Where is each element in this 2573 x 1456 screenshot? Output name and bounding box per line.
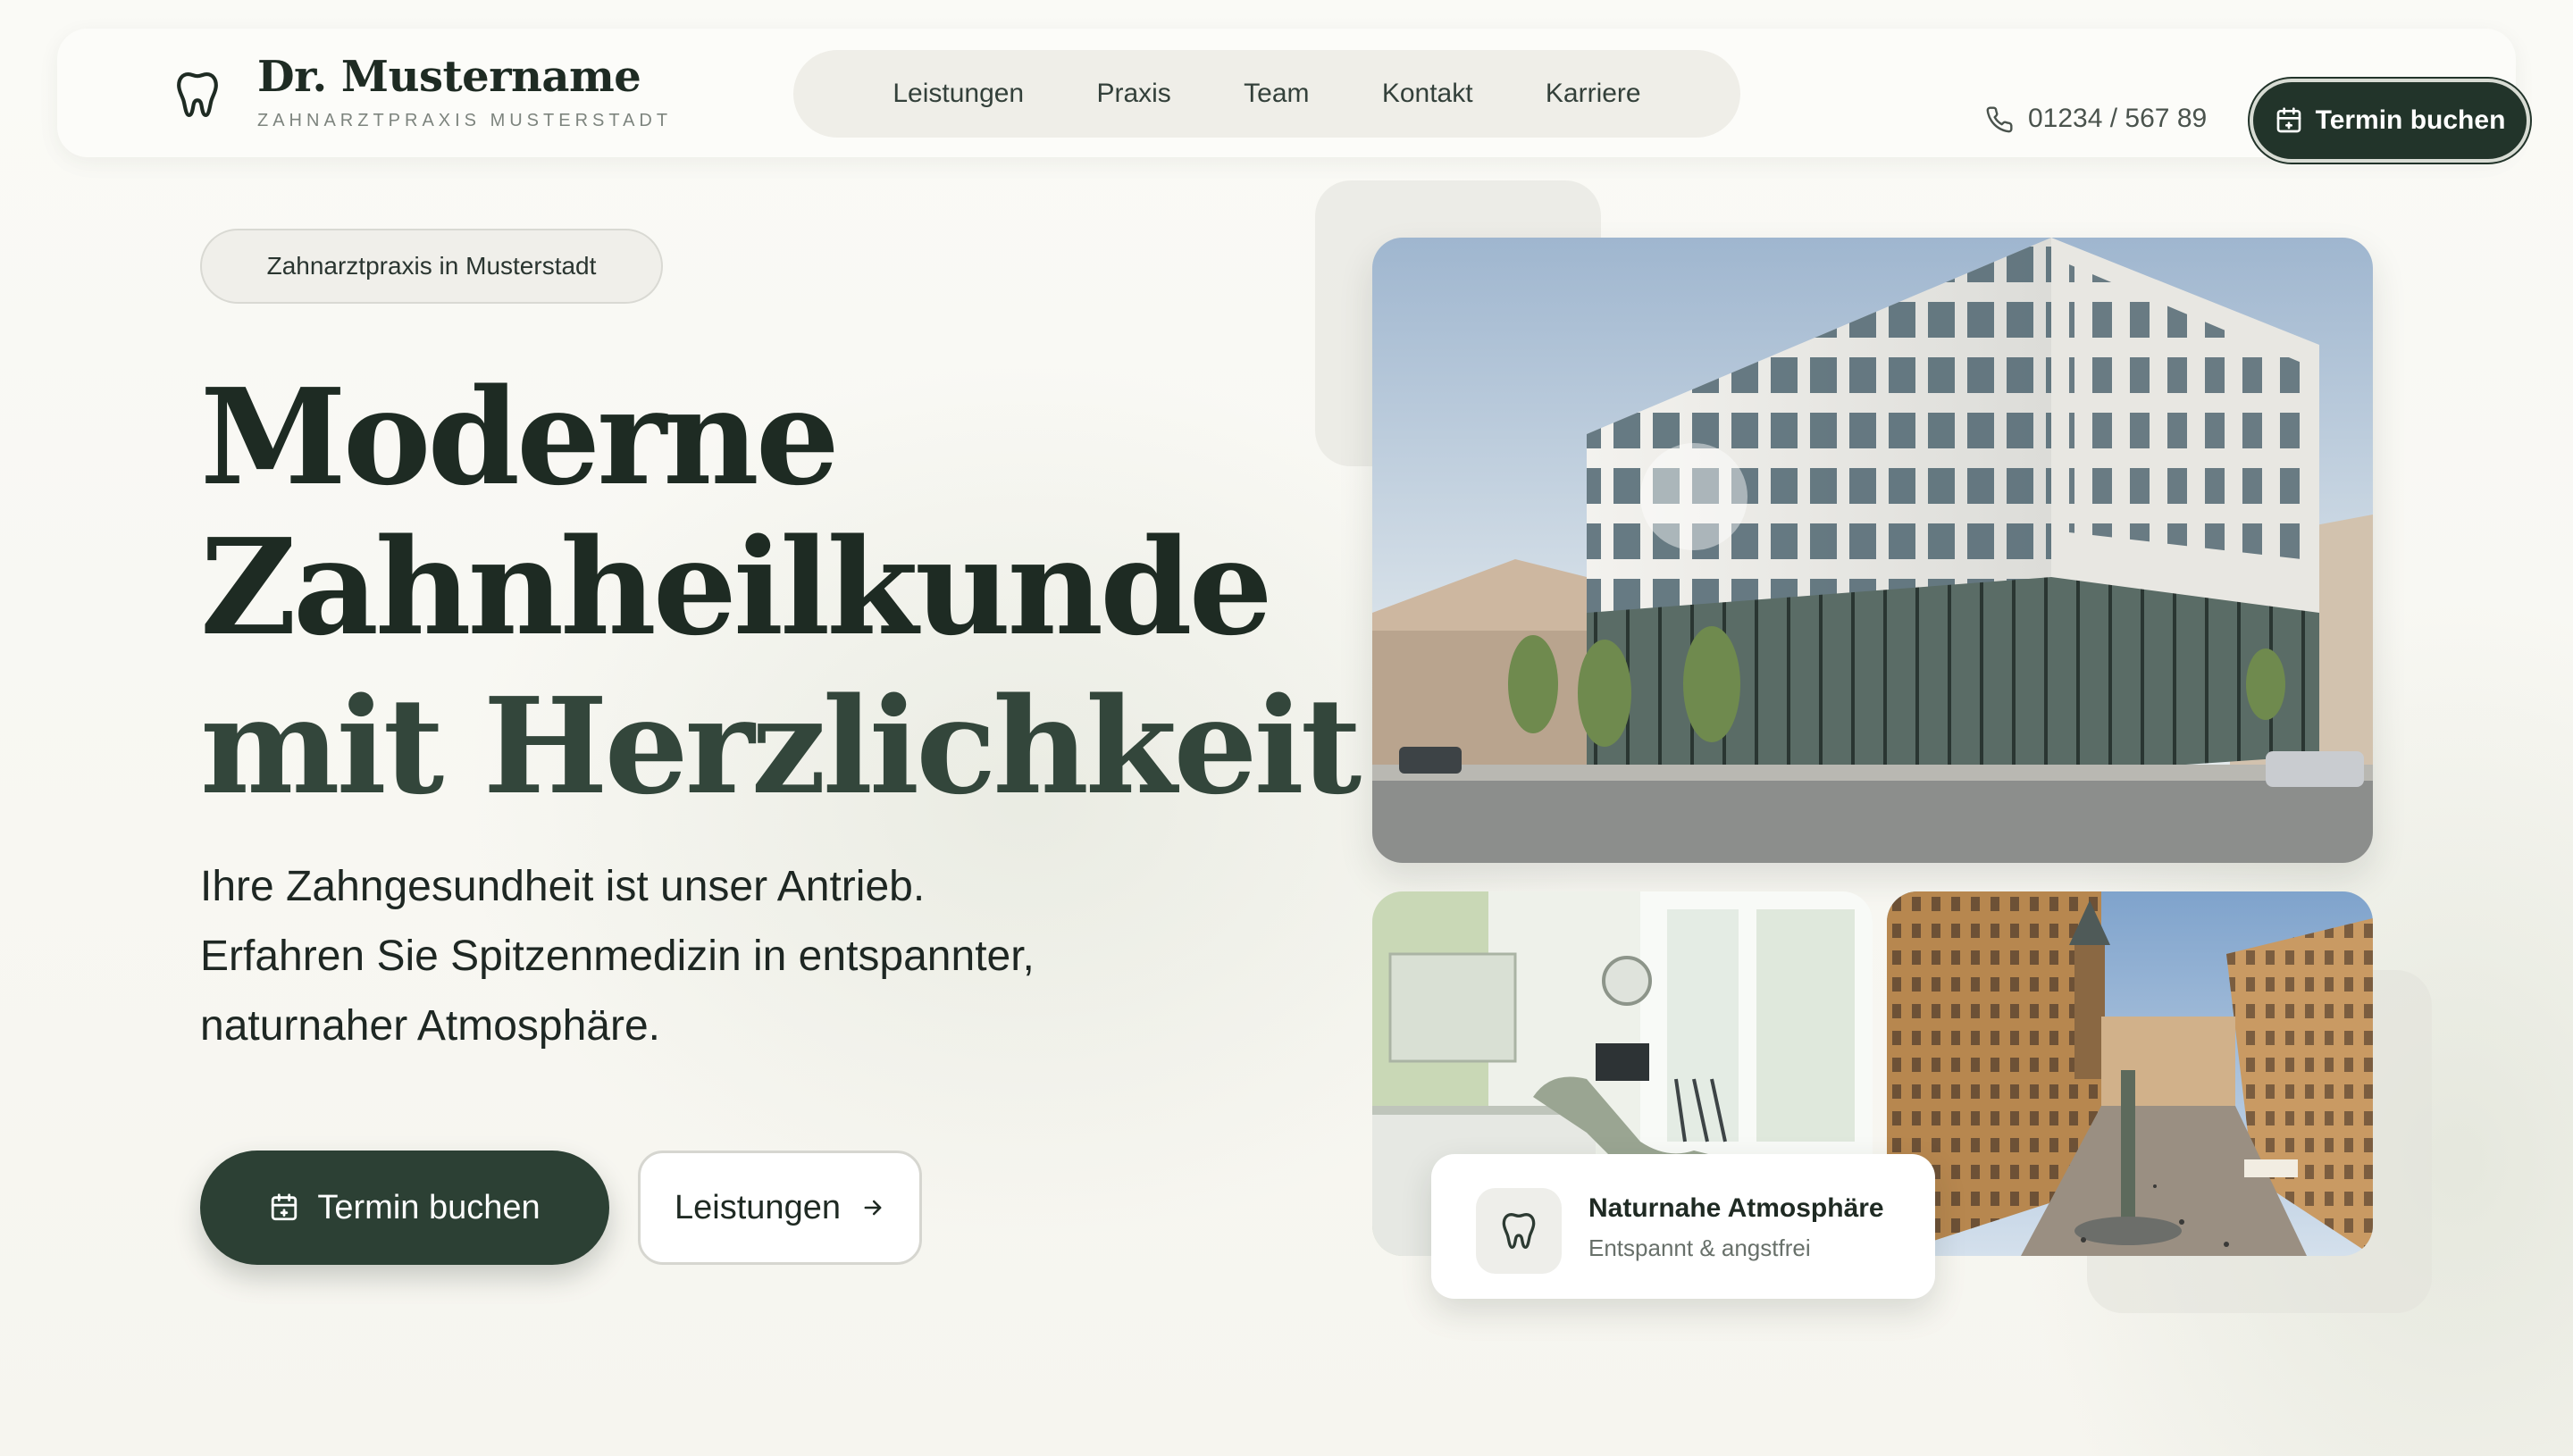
- main-menu: Leistungen Praxis Team Kontakt Karriere: [793, 50, 1740, 138]
- hero-book-appointment-button[interactable]: Termin buchen: [200, 1151, 609, 1265]
- top-navigation: Dr. Mustername ZAHNARZTPRAXIS MUSTERSTAD…: [57, 29, 2530, 163]
- tooth-icon[interactable]: [175, 70, 220, 120]
- atmosphere-info-card: Naturnahe Atmosphäre Entspannt & angstfr…: [1431, 1154, 1935, 1299]
- brand-subtitle: ZAHNARZTPRAXIS MUSTERSTADT: [257, 111, 673, 130]
- nav-book-appointment-button[interactable]: Termin buchen: [2250, 79, 2530, 163]
- phone-number-link[interactable]: 01234 / 567 89: [2028, 104, 2207, 134]
- brand-name[interactable]: Dr. Mustername: [257, 52, 641, 102]
- nav-item-praxis[interactable]: Praxis: [1096, 79, 1170, 109]
- hero-lead-text: Ihre Zahngesundheit ist unser Antrieb. E…: [200, 852, 1272, 1061]
- location-badge: Zahnarztpraxis in Musterstadt: [200, 229, 663, 304]
- tooth-icon: [1502, 1212, 1536, 1249]
- info-card-title: Naturnahe Atmosphäre: [1588, 1193, 1884, 1223]
- hero-headline: Moderne Zahnheilkunde mit Herzlichkeit: [200, 359, 1362, 824]
- calendar-icon: [272, 1193, 298, 1221]
- practice-building-image: [1372, 238, 2373, 863]
- calendar-icon: [2276, 107, 2301, 133]
- arrow-right-icon: [864, 1200, 882, 1216]
- phone-icon: [1986, 106, 2013, 133]
- secondary-cta-label: Leistungen: [675, 1188, 841, 1226]
- lead-line-1: Ihre Zahngesundheit ist unser Antrieb.: [200, 863, 926, 910]
- hero-services-button[interactable]: Leistungen: [638, 1151, 922, 1265]
- info-icon-container: [1476, 1188, 1562, 1274]
- nav-item-kontakt[interactable]: Kontakt: [1382, 79, 1473, 109]
- nav-item-leistungen[interactable]: Leistungen: [893, 79, 1024, 109]
- headline-line-1: Moderne: [200, 359, 840, 515]
- nav-item-team[interactable]: Team: [1244, 79, 1309, 109]
- nav-item-karriere[interactable]: Karriere: [1546, 79, 1641, 109]
- lead-line-3: naturnaher Atmosphäre.: [200, 1002, 660, 1050]
- primary-cta-label: Termin buchen: [317, 1188, 541, 1226]
- headline-line-3: mit Herzlichkeit: [200, 668, 1362, 824]
- lead-line-2: Erfahren Sie Spitzenmedizin in entspannt…: [200, 933, 1035, 980]
- headline-line-2: Zahnheilkunde: [200, 509, 1273, 665]
- info-card-subtitle: Entspannt & angstfrei: [1588, 1234, 1811, 1261]
- old-town-image: [1887, 891, 2373, 1256]
- nav-cta-label: Termin buchen: [2315, 105, 2506, 135]
